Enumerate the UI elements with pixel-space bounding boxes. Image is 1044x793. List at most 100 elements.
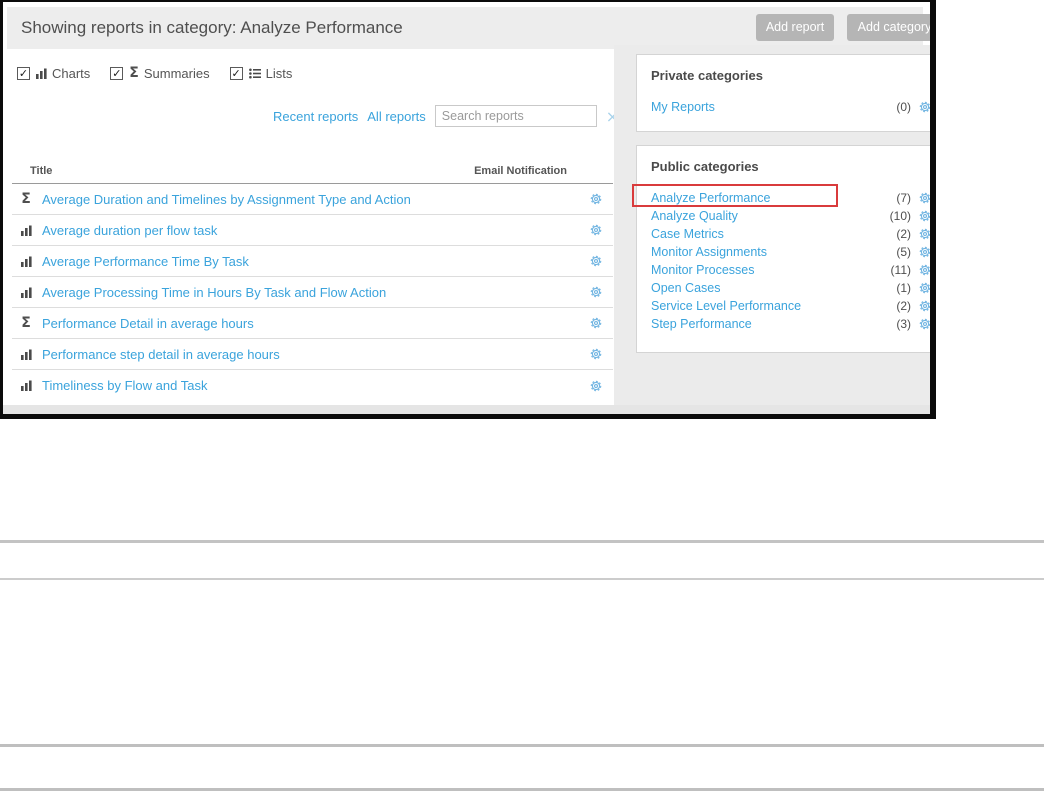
sigma-icon: Σ <box>16 191 36 207</box>
summaries-checkbox[interactable]: ✓ <box>110 67 123 80</box>
divider-line <box>0 744 1044 747</box>
sigma-icon: Σ <box>16 315 36 331</box>
report-link[interactable]: Performance Detail in average hours <box>42 316 585 331</box>
report-link[interactable]: Average duration per flow task <box>42 223 585 238</box>
title-column-header: Title <box>30 165 52 177</box>
category-count: (2) <box>877 299 911 313</box>
category-link[interactable]: Monitor Assignments <box>651 245 877 259</box>
gear-icon[interactable] <box>915 227 931 241</box>
search-input[interactable] <box>435 105 597 127</box>
gear-icon[interactable] <box>915 191 931 205</box>
search-row: Recent reports All reports × <box>273 105 619 127</box>
category-item: Analyze Performance (7) <box>637 189 931 207</box>
table-row: Performance step detail in average hours <box>12 339 613 370</box>
summaries-filter-label: Summaries <box>144 66 210 81</box>
gear-icon[interactable] <box>585 285 607 299</box>
bar-chart-icon <box>16 287 36 298</box>
gear-icon[interactable] <box>915 263 931 277</box>
filter-row: ✓ Charts ✓ Σ Summaries ✓ Lists <box>17 65 312 81</box>
add-category-button[interactable]: Add category <box>847 14 936 41</box>
category-item: Analyze Quality (10) <box>637 207 931 225</box>
report-link[interactable]: Performance step detail in average hours <box>42 347 585 362</box>
category-item: Monitor Processes (11) <box>637 261 931 279</box>
charts-filter-label: Charts <box>52 66 90 81</box>
footer-strip <box>3 405 930 414</box>
divider-line <box>0 578 1044 580</box>
gear-icon[interactable] <box>585 254 607 268</box>
category-link[interactable]: Analyze Performance <box>651 191 877 205</box>
report-table: Title Email Notification Σ Average Durat… <box>12 159 613 401</box>
category-item: Service Level Performance (2) <box>637 297 931 315</box>
private-categories-heading: Private categories <box>637 55 931 83</box>
table-header: Title Email Notification <box>12 159 613 184</box>
public-categories-box: Public categories Analyze Performance (7… <box>636 145 931 353</box>
gear-icon[interactable] <box>585 379 607 393</box>
table-row: Average Processing Time in Hours By Task… <box>12 277 613 308</box>
report-browser-window: Showing reports in category: Analyze Per… <box>0 0 936 419</box>
category-link[interactable]: Step Performance <box>651 317 877 331</box>
public-categories-list: Analyze Performance (7) Analyze Quality … <box>637 189 931 333</box>
recent-reports-link[interactable]: Recent reports <box>273 109 358 124</box>
filter-summaries: ✓ Σ Summaries <box>110 65 209 81</box>
category-count: (5) <box>877 245 911 259</box>
gear-icon[interactable] <box>585 347 607 361</box>
page: { "header": { "title": "Showing reports … <box>0 0 1044 793</box>
check-icon: ✓ <box>112 68 121 79</box>
gear-icon[interactable] <box>915 299 931 313</box>
filter-charts: ✓ Charts <box>17 66 90 81</box>
category-link[interactable]: My Reports <box>651 100 877 114</box>
table-row: Σ Performance Detail in average hours <box>12 308 613 339</box>
category-count: (2) <box>877 227 911 241</box>
check-icon: ✓ <box>19 68 28 79</box>
add-report-button[interactable]: Add report <box>756 14 834 41</box>
gear-icon[interactable] <box>915 281 931 295</box>
report-table-body: Σ Average Duration and Timelines by Assi… <box>12 184 613 401</box>
category-item: Step Performance (3) <box>637 315 931 333</box>
gear-icon[interactable] <box>915 209 931 223</box>
gear-icon[interactable] <box>585 192 607 206</box>
category-link[interactable]: Open Cases <box>651 281 877 295</box>
bar-chart-icon <box>16 225 36 236</box>
category-count: (7) <box>877 191 911 205</box>
bar-chart-icon <box>16 256 36 267</box>
gear-icon[interactable] <box>915 100 931 114</box>
sigma-icon: Σ <box>129 65 139 81</box>
gear-icon[interactable] <box>915 317 931 331</box>
email-notification-column-header: Email Notification <box>474 165 567 177</box>
report-link[interactable]: Average Processing Time in Hours By Task… <box>42 285 585 300</box>
table-row: Average duration per flow task <box>12 215 613 246</box>
gear-icon[interactable] <box>915 245 931 259</box>
private-categories-box: Private categories My Reports (0) <box>636 54 931 132</box>
lists-checkbox[interactable]: ✓ <box>230 67 243 80</box>
public-categories-heading: Public categories <box>637 146 931 174</box>
divider-line <box>0 540 1044 543</box>
bar-chart-icon <box>36 68 47 79</box>
category-link[interactable]: Service Level Performance <box>651 299 877 313</box>
table-row: Timeliness by Flow and Task <box>12 370 613 401</box>
category-count: (3) <box>877 317 911 331</box>
category-link[interactable]: Analyze Quality <box>651 209 877 223</box>
category-link[interactable]: Case Metrics <box>651 227 877 241</box>
gear-icon[interactable] <box>585 223 607 237</box>
categories-panel: Private categories My Reports (0) Public… <box>614 45 931 411</box>
gear-icon[interactable] <box>585 316 607 330</box>
bar-chart-icon <box>16 380 36 391</box>
category-item: Case Metrics (2) <box>637 225 931 243</box>
lists-filter-label: Lists <box>266 66 293 81</box>
category-item: My Reports (0) <box>637 98 931 116</box>
report-link[interactable]: Average Performance Time By Task <box>42 254 585 269</box>
category-count: (0) <box>877 100 911 114</box>
category-link[interactable]: Monitor Processes <box>651 263 877 277</box>
category-item: Open Cases (1) <box>637 279 931 297</box>
category-count: (11) <box>877 263 911 277</box>
report-link[interactable]: Average Duration and Timelines by Assign… <box>42 192 585 207</box>
report-link[interactable]: Timeliness by Flow and Task <box>42 378 585 393</box>
check-icon: ✓ <box>232 68 241 79</box>
page-title: Showing reports in category: Analyze Per… <box>21 7 403 49</box>
category-item: Monitor Assignments (5) <box>637 243 931 261</box>
bar-chart-icon <box>16 349 36 360</box>
category-count: (10) <box>877 209 911 223</box>
all-reports-link[interactable]: All reports <box>367 109 426 124</box>
table-row: Σ Average Duration and Timelines by Assi… <box>12 184 613 215</box>
charts-checkbox[interactable]: ✓ <box>17 67 30 80</box>
